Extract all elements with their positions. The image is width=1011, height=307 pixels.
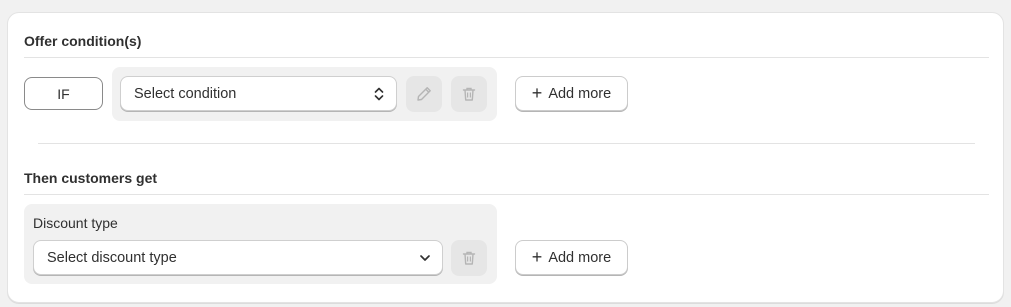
add-condition-button[interactable]: + Add more — [515, 76, 628, 111]
offer-divider — [24, 57, 989, 58]
discount-row: Discount type Select discount type — [24, 204, 497, 284]
chevron-down-icon — [420, 254, 430, 261]
condition-select-value: Select condition — [134, 85, 237, 102]
section-divider — [38, 143, 975, 144]
pencil-icon — [417, 87, 431, 101]
discount-type-select[interactable]: Select discount type — [33, 240, 443, 275]
discount-type-label: Discount type — [33, 215, 118, 231]
edit-condition-button[interactable] — [406, 76, 442, 112]
if-pill: IF — [24, 77, 103, 110]
plus-icon: + — [531, 82, 543, 103]
delete-condition-button[interactable] — [451, 76, 487, 112]
add-discount-label: Add more — [548, 249, 612, 266]
if-label: IF — [57, 85, 70, 102]
trash-icon — [462, 87, 476, 101]
then-customers-get-title: Then customers get — [24, 170, 158, 186]
discount-select-value: Select discount type — [47, 249, 177, 266]
offer-conditions-title: Offer condition(s) — [24, 33, 142, 49]
condition-select[interactable]: Select condition — [120, 76, 397, 111]
plus-icon: + — [531, 246, 543, 267]
then-divider — [24, 194, 989, 195]
chevron-updown-icon — [374, 87, 384, 100]
trash-icon — [462, 251, 476, 265]
add-discount-button[interactable]: + Add more — [515, 240, 628, 275]
condition-row: Select condition — [112, 67, 497, 121]
offer-card: Offer condition(s) IF Select condition +… — [7, 12, 1004, 303]
delete-discount-button[interactable] — [451, 240, 487, 276]
add-condition-label: Add more — [548, 85, 612, 102]
